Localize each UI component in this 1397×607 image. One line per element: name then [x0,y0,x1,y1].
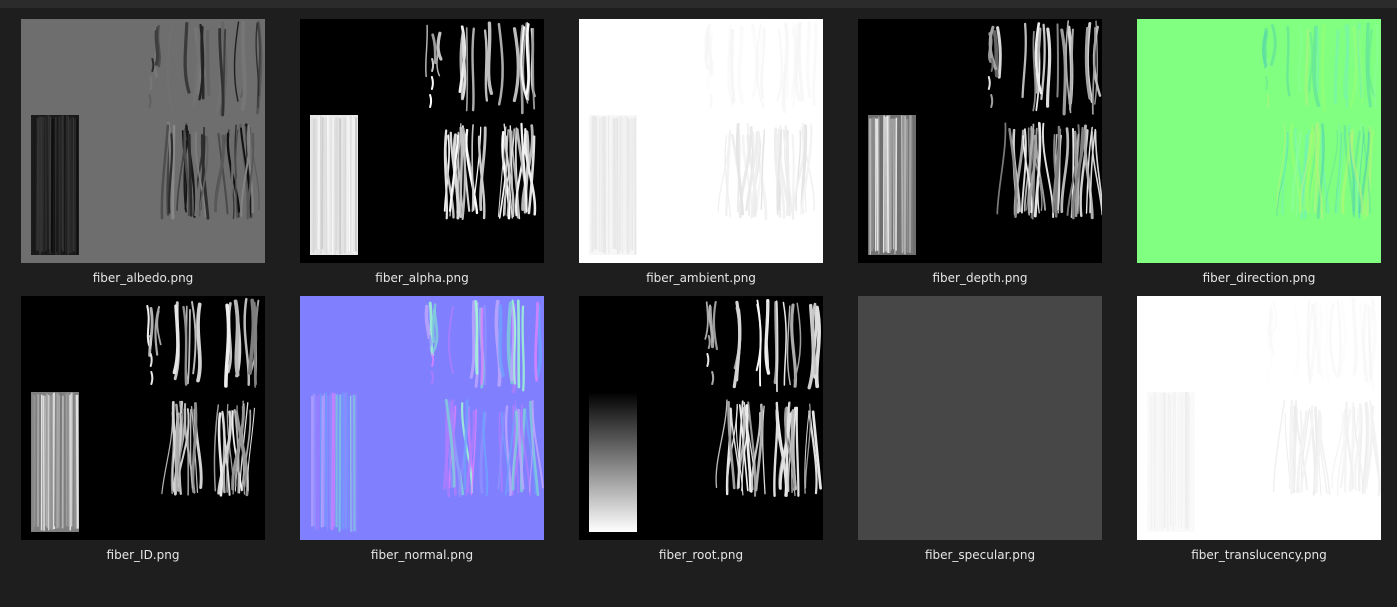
thumbnail-graphic [300,296,544,540]
thumbnail-image [1137,296,1381,540]
file-thumbnail-grid: fiber_albedo.png fiber_alpha.png fiber_a… [0,0,1397,607]
file-name-label: fiber_direction.png [1202,271,1316,285]
file-name-label: fiber_specular.png [924,548,1036,562]
file-name-label: fiber_normal.png [370,548,474,562]
thumbnail-image [1137,19,1381,263]
thumbnail-graphic [858,296,1102,540]
file-tile-fiber-albedo[interactable]: fiber_albedo.png [21,19,265,291]
file-name-label: fiber_ambient.png [646,271,756,285]
thumbnail-image [579,19,823,263]
file-tile-fiber-depth[interactable]: fiber_depth.png [858,19,1102,291]
file-name-label: fiber_root.png [658,548,744,562]
thumbnail-image [579,296,823,540]
file-tile-fiber-normal[interactable]: fiber_normal.png [300,296,544,568]
file-name-label: fiber_alpha.png [375,271,469,285]
file-tile-fiber-direction[interactable]: fiber_direction.png [1137,19,1381,291]
file-tile-fiber-root[interactable]: fiber_root.png [579,296,823,568]
thumbnail-graphic [1137,296,1381,540]
file-name-label: fiber_ID.png [106,548,180,562]
thumbnail-image [858,296,1102,540]
thumbnail-graphic [858,19,1102,263]
thumbnail-graphic [1137,19,1381,263]
thumbnail-graphic [579,19,823,263]
file-name-label: fiber_translucency.png [1191,548,1327,562]
thumbnail-image [858,19,1102,263]
file-name-label: fiber_albedo.png [92,271,194,285]
thumbnail-image [300,19,544,263]
file-tile-fiber-ambient[interactable]: fiber_ambient.png [579,19,823,291]
file-tile-fiber-translucency[interactable]: fiber_translucency.png [1137,296,1381,568]
thumbnail-graphic [579,296,823,540]
thumbnail-graphic [21,296,265,540]
thumbnail-image [21,296,265,540]
file-tile-fiber-alpha[interactable]: fiber_alpha.png [300,19,544,291]
thumbnail-image [21,19,265,263]
file-tile-fiber-specular[interactable]: fiber_specular.png [858,296,1102,568]
thumbnail-graphic [300,19,544,263]
file-tile-fiber-id[interactable]: fiber_ID.png [21,296,265,568]
thumbnail-graphic [21,19,265,263]
thumbnail-image [300,296,544,540]
file-name-label: fiber_depth.png [932,271,1028,285]
